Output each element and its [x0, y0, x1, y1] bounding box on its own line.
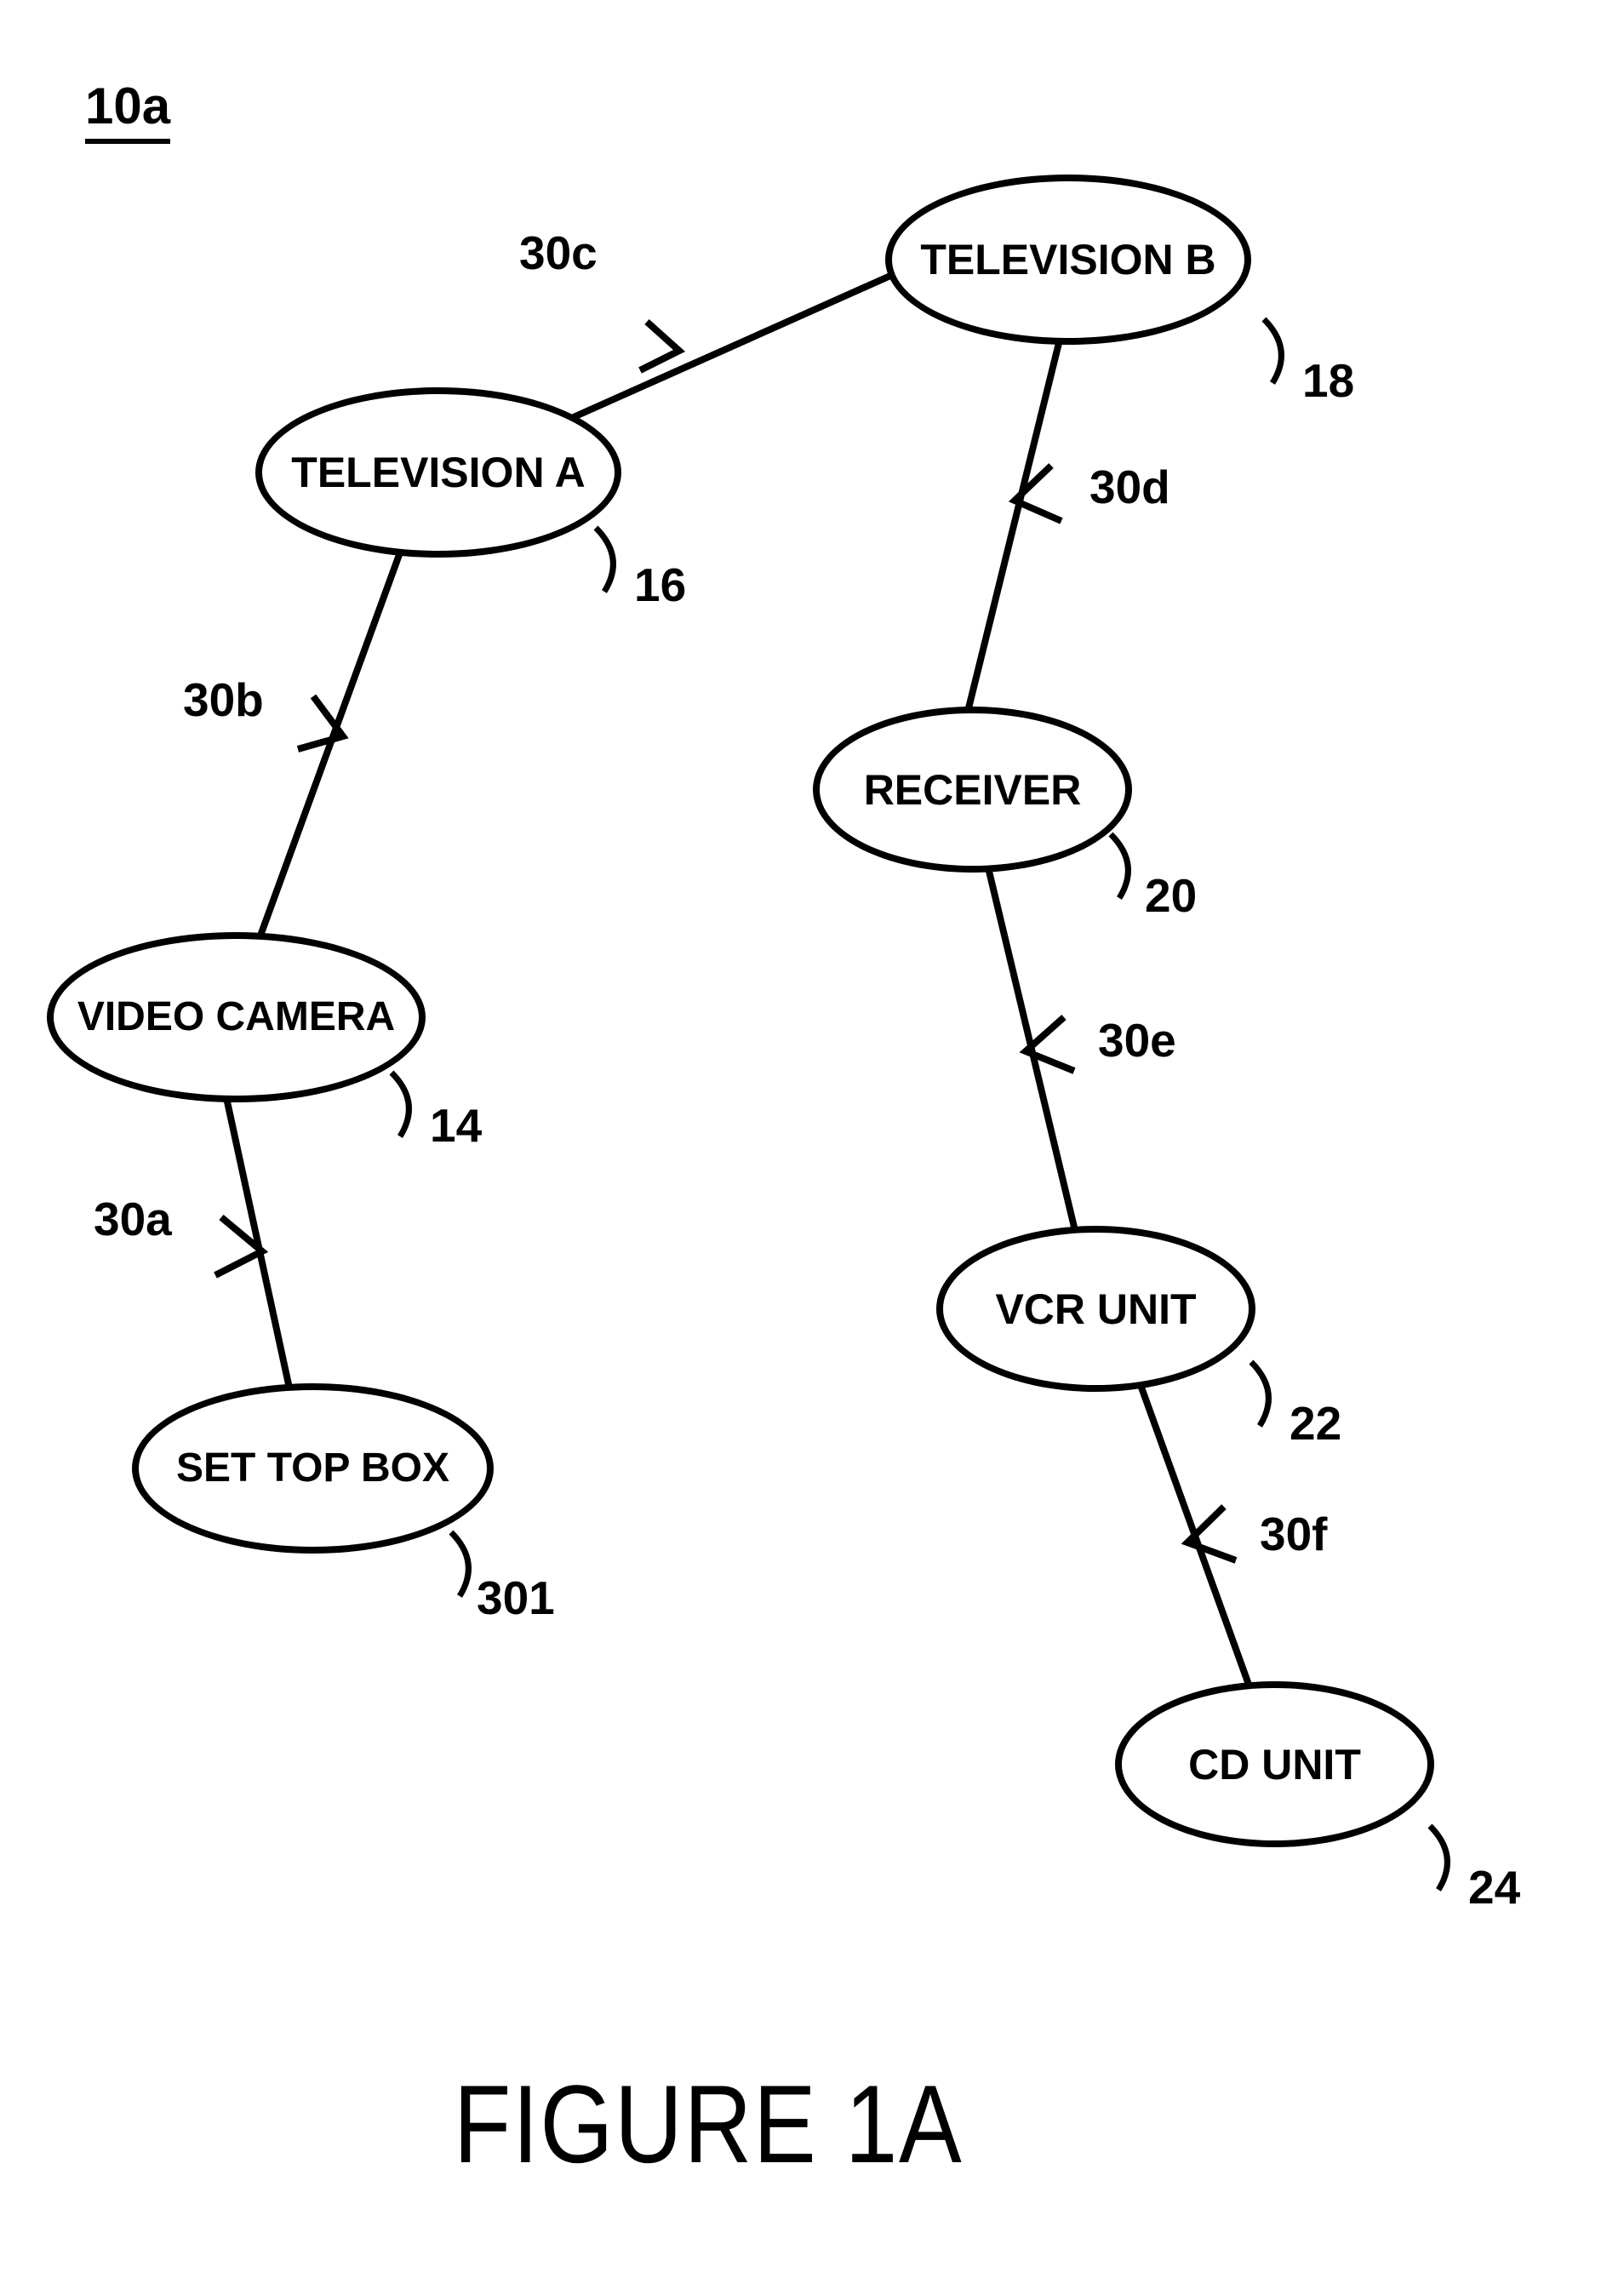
ref-hook-16: [596, 528, 613, 592]
edge-label-30d: 30d: [1089, 460, 1170, 514]
edge-label-30e: 30e: [1098, 1013, 1176, 1067]
arrow-30a: [215, 1217, 262, 1275]
ref-hook-14: [392, 1073, 409, 1136]
node-label: SET TOP BOX: [176, 1444, 449, 1493]
ref-hook-18: [1264, 319, 1281, 383]
node-vcr-unit: VCR UNIT: [936, 1226, 1255, 1392]
node-video-camera: VIDEO CAMERA: [47, 932, 426, 1102]
edge-label-30a: 30a: [94, 1192, 172, 1246]
edge-label-30b: 30b: [183, 672, 264, 727]
node-label: TELEVISION A: [291, 447, 585, 498]
edge-30b: [257, 552, 400, 945]
node-television-b: TELEVISION B: [885, 175, 1251, 345]
ref-receiver: 20: [1145, 868, 1197, 923]
node-label: VIDEO CAMERA: [77, 993, 395, 1042]
arrow-30c: [640, 322, 679, 370]
ref-video-camera: 14: [430, 1098, 482, 1153]
ref-hook-22: [1251, 1362, 1268, 1426]
ref-vcr-unit: 22: [1289, 1396, 1341, 1451]
ref-set-top-box: 301: [477, 1571, 555, 1625]
node-set-top-box: SET TOP BOX: [132, 1383, 494, 1554]
ref-television-b: 18: [1302, 353, 1354, 408]
figure-caption: FIGURE 1A: [454, 2060, 964, 2188]
diagram-stage: 10a TEL: [0, 0, 1624, 2295]
edge-30e: [987, 864, 1077, 1238]
ref-hook-301: [451, 1532, 468, 1596]
node-label: RECEIVER: [864, 764, 1082, 816]
edges-layer: [0, 0, 1624, 2295]
arrow-30d: [1015, 466, 1061, 521]
ref-hook-20: [1111, 834, 1128, 898]
arrow-30e: [1026, 1017, 1074, 1071]
node-cd-unit: CD UNIT: [1115, 1681, 1434, 1847]
arrow-30b: [298, 696, 343, 749]
edge-label-30f: 30f: [1260, 1507, 1328, 1561]
edge-30c: [551, 255, 938, 427]
node-label: TELEVISION B: [920, 234, 1215, 285]
arrow-30f: [1187, 1507, 1236, 1560]
node-television-a: TELEVISION A: [255, 387, 621, 558]
edge-30f: [1141, 1385, 1251, 1691]
node-receiver: RECEIVER: [813, 707, 1132, 873]
edge-label-30c: 30c: [519, 226, 598, 280]
figure-id: 10a: [85, 77, 170, 144]
ref-hook-24: [1430, 1826, 1447, 1890]
ref-cd-unit: 24: [1468, 1860, 1520, 1914]
edge-30a: [226, 1094, 291, 1396]
edge-30d: [966, 340, 1060, 718]
ref-television-a: 16: [634, 558, 686, 612]
node-label: VCR UNIT: [995, 1284, 1196, 1335]
node-label: CD UNIT: [1188, 1739, 1361, 1790]
